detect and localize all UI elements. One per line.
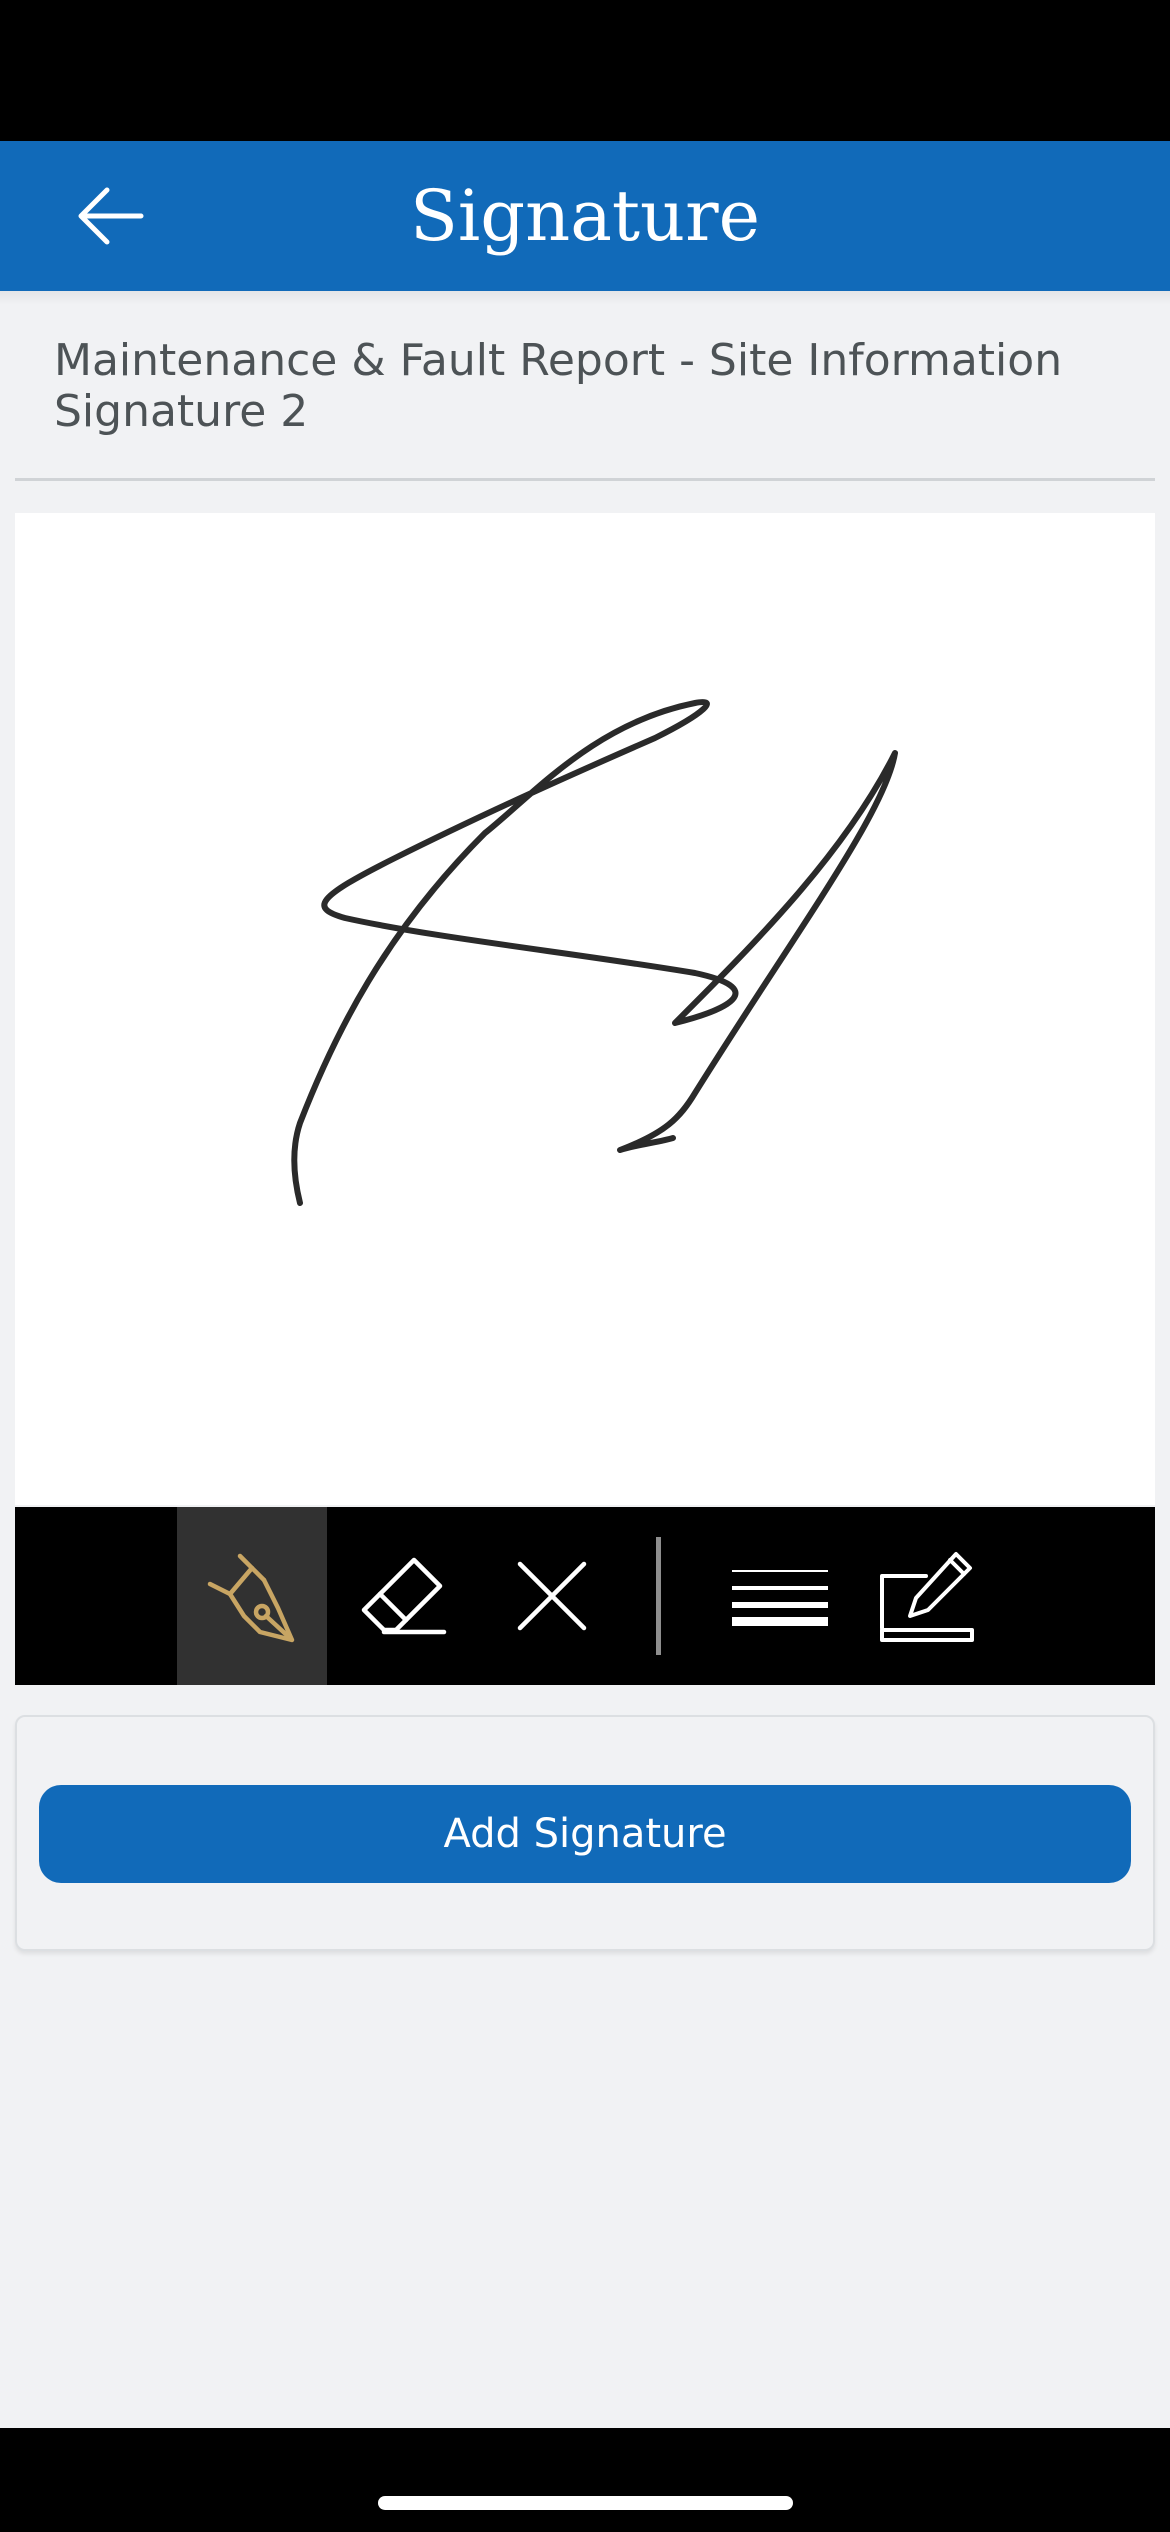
edit-pencil-icon	[880, 1552, 974, 1642]
page-title: Signature	[409, 175, 761, 257]
pen-nib-icon	[207, 1553, 295, 1643]
signature-stroke	[291, 699, 898, 1206]
home-indicator[interactable]	[378, 2496, 793, 2510]
arrow-left-icon	[78, 187, 144, 245]
add-signature-button[interactable]: Add Signature	[39, 1785, 1131, 1883]
home-area	[0, 2428, 1170, 2532]
eraser-icon	[361, 1557, 447, 1635]
line-weight-icon	[732, 1570, 828, 1626]
pen-settings-button[interactable]	[855, 1507, 1005, 1685]
toolbar-separator	[656, 1537, 661, 1655]
status-bar	[0, 0, 1170, 141]
app-header: Signature	[0, 141, 1170, 291]
signature-toolbar	[15, 1507, 1155, 1685]
signature-pad[interactable]	[15, 513, 1155, 1505]
clear-tool-button[interactable]	[477, 1507, 627, 1685]
form-caption: Maintenance & Fault Report - Site Inform…	[54, 335, 1063, 437]
close-icon	[517, 1561, 587, 1631]
eraser-tool-button[interactable]	[327, 1507, 477, 1685]
pen-tool-button[interactable]	[177, 1507, 327, 1685]
stroke-width-button[interactable]	[705, 1507, 855, 1685]
header-shadow	[0, 291, 1170, 305]
back-button[interactable]	[60, 171, 160, 261]
divider	[15, 478, 1155, 481]
action-card: Add Signature	[15, 1715, 1155, 1951]
